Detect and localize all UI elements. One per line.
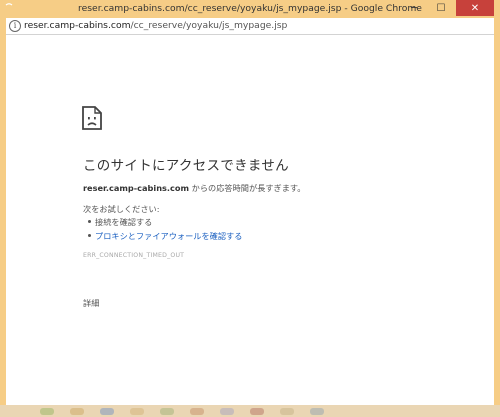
taskbar-app-icon[interactable]	[40, 408, 54, 415]
address-bar[interactable]: i reser.camp-cabins.com/cc_reserve/yoyak…	[6, 18, 494, 35]
window-controls: ─ ☐ ✕	[402, 0, 494, 16]
error-headline: このサイトにアクセスできません	[83, 158, 289, 174]
info-icon[interactable]: i	[9, 20, 21, 32]
error-description: reser.camp-cabins.com からの応答時間が長すぎます。	[83, 182, 305, 194]
error-host: reser.camp-cabins.com	[83, 183, 190, 193]
taskbar-app-icon[interactable]	[160, 408, 174, 415]
suggestion-check-connection: 接続を確認する	[87, 217, 153, 227]
taskbar-app-icon[interactable]	[100, 408, 114, 415]
error-description-suffix: からの応答時間が長すぎます。	[189, 183, 306, 193]
url-text[interactable]: reser.camp-cabins.com/cc_reserve/yoyaku/…	[24, 20, 287, 31]
url-path: /cc_reserve/yoyaku/js_mypage.jsp	[130, 20, 288, 31]
try-label: 次をお試しください:	[83, 204, 160, 214]
taskbar-app-icon[interactable]	[250, 408, 264, 415]
page-content: このサイトにアクセスできません reser.camp-cabins.com から…	[6, 35, 494, 405]
title-bar[interactable]: reser.camp-cabins.com/cc_reserve/yoyaku/…	[0, 0, 500, 18]
url-host: reser.camp-cabins.com	[24, 20, 131, 31]
taskbar-app-icon[interactable]	[280, 408, 294, 415]
taskbar-app-icon[interactable]	[310, 408, 324, 415]
taskbar-app-icon[interactable]	[70, 408, 84, 415]
taskbar-app-icon[interactable]	[220, 408, 234, 415]
taskbar-app-icon[interactable]	[130, 408, 144, 415]
taskbar-app-icon[interactable]	[190, 408, 204, 415]
error-code: ERR_CONNECTION_TIMED_OUT	[83, 252, 185, 259]
browser-window: reser.camp-cabins.com/cc_reserve/yoyaku/…	[0, 0, 500, 417]
taskbar	[0, 405, 500, 417]
maximize-button[interactable]: ☐	[429, 0, 453, 16]
details-button[interactable]: 詳細	[83, 297, 99, 309]
close-button[interactable]: ✕	[456, 0, 494, 16]
suggestion-check-proxy-link[interactable]: プロキシとファイアウォールを確認する	[87, 230, 242, 242]
sad-page-icon	[82, 106, 102, 130]
minimize-button[interactable]: ─	[402, 0, 426, 16]
